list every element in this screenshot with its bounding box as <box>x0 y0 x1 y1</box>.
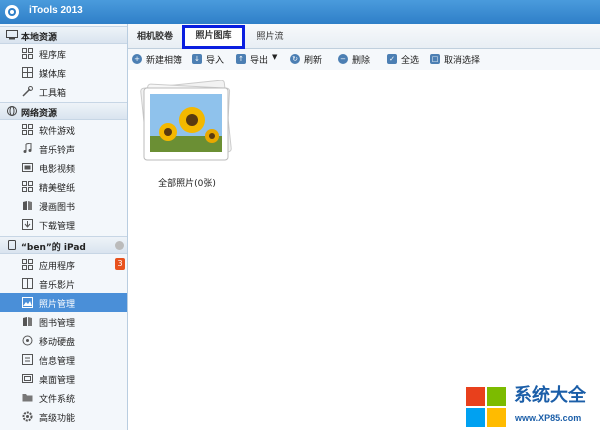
album-caption[interactable]: 全部照片(0张) <box>128 176 246 189</box>
sidebar-item-label: 工具箱 <box>39 89 67 99</box>
app-title: iTools 2013 <box>29 5 83 16</box>
sidebar-item-label: 图书管理 <box>39 319 76 329</box>
deselect-icon: □ <box>430 54 440 64</box>
tablet-icon <box>8 240 16 250</box>
sidebar-item-portable-drive[interactable]: 移动硬盘 <box>0 331 127 350</box>
music-note-icon <box>23 143 32 153</box>
sidebar-item-label: 程序库 <box>39 51 67 61</box>
sidebar-item-book-management[interactable]: 图书管理 <box>0 312 127 331</box>
plus-icon: + <box>132 54 142 64</box>
section-label: 本地资源 <box>21 33 58 43</box>
sidebar-item-music-movies[interactable]: 音乐影片 <box>0 274 127 293</box>
sidebar-item-label: 音乐影片 <box>39 281 76 291</box>
grid-icon <box>22 259 33 270</box>
sidebar-item-applications[interactable]: 应用程序 3 <box>0 255 127 274</box>
import-label: 导入 <box>206 56 225 66</box>
computer-icon <box>6 30 18 40</box>
sidebar-item-label: 精美壁纸 <box>39 184 76 194</box>
tab-camera-roll[interactable]: 相机胶卷 <box>128 26 182 48</box>
sidebar-item-label: 照片管理 <box>39 300 76 310</box>
tab-photo-stream[interactable]: 照片流 <box>247 26 293 48</box>
media-icon <box>22 278 33 289</box>
sidebar-item-label: 桌面管理 <box>39 376 76 386</box>
section-label: “ben”的 iPad <box>21 243 86 253</box>
desktop-icon <box>22 374 33 383</box>
section-local-resources[interactable]: 本地资源 <box>0 26 127 44</box>
update-count-badge: 3 <box>115 258 125 270</box>
sidebar-item-label: 高级功能 <box>39 414 76 424</box>
disk-icon <box>22 335 33 346</box>
sidebar-item-photo-management[interactable]: 照片管理 <box>0 293 127 312</box>
deselect-label: 取消选择 <box>444 56 481 66</box>
wrench-icon <box>22 86 33 97</box>
tab-photo-library[interactable]: 照片图库 <box>182 25 245 49</box>
sidebar-item-software-games[interactable]: 软件游戏 <box>0 120 127 139</box>
grid-icon <box>22 124 33 135</box>
sidebar: 本地资源 程序库 媒体库 工具箱 网络资源 软件游戏 音乐铃声 电影视频 精美壁… <box>0 24 128 430</box>
sidebar-item-label: 电影视频 <box>39 165 76 175</box>
delete-icon: − <box>338 54 348 64</box>
sidebar-item-movies-videos[interactable]: 电影视频 <box>0 158 127 177</box>
section-label: 网络资源 <box>21 109 58 119</box>
sidebar-item-label: 信息管理 <box>39 357 76 367</box>
select-all-label: 全选 <box>401 56 420 66</box>
refresh-label: 刷新 <box>304 56 323 66</box>
sidebar-item-file-system[interactable]: 文件系统 <box>0 388 127 407</box>
sidebar-item-label: 媒体库 <box>39 70 67 80</box>
new-album-label: 新建相簿 <box>146 56 183 66</box>
folder-icon <box>22 394 33 402</box>
book-icon <box>23 201 32 210</box>
sidebar-item-toolbox[interactable]: 工具箱 <box>0 82 127 101</box>
sidebar-item-media-library[interactable]: 媒体库 <box>0 63 127 82</box>
contacts-icon <box>22 354 33 365</box>
sidebar-item-label: 音乐铃声 <box>39 146 76 156</box>
sidebar-item-label: 软件游戏 <box>39 127 76 137</box>
grid-icon <box>22 48 33 59</box>
sidebar-item-comics-books[interactable]: 漫画图书 <box>0 196 127 215</box>
sidebar-item-desktop-management[interactable]: 桌面管理 <box>0 369 127 388</box>
sidebar-item-app-library[interactable]: 程序库 <box>0 44 127 63</box>
import-icon: ↓ <box>192 54 202 64</box>
section-device-ipad[interactable]: “ben”的 iPad <box>0 236 127 254</box>
toolbar: + 新建相簿 ↓ 导入 ↑ 导出 ▼ ↻ 刷新 − 删除 ✓ 全选 □ 取消选择 <box>128 49 600 71</box>
globe-icon <box>7 106 17 116</box>
grid-icon <box>22 181 33 192</box>
sidebar-item-label: 移动硬盘 <box>39 338 76 348</box>
eject-icon[interactable] <box>115 241 124 250</box>
sidebar-item-info-management[interactable]: 信息管理 <box>0 350 127 369</box>
album-thumbnail-image <box>140 80 232 161</box>
sidebar-item-label: 下载管理 <box>39 222 76 232</box>
delete-label: 删除 <box>352 56 371 66</box>
watermark-url: www.XP85.com <box>515 413 582 423</box>
download-icon <box>22 219 33 230</box>
sidebar-item-music-ringtones[interactable]: 音乐铃声 <box>0 139 127 158</box>
refresh-icon: ↻ <box>290 54 300 64</box>
sidebar-item-download-manager[interactable]: 下载管理 <box>0 215 127 234</box>
dropdown-arrow-icon[interactable]: ▼ <box>272 53 277 61</box>
film-icon <box>22 163 33 172</box>
sidebar-item-label: 漫画图书 <box>39 203 76 213</box>
sidebar-item-advanced[interactable]: 高级功能 <box>0 407 127 426</box>
sidebar-item-label: 应用程序 <box>39 262 76 272</box>
gear-icon <box>22 411 33 422</box>
media-icon <box>22 67 33 78</box>
title-bar: iTools 2013 <box>0 0 600 24</box>
watermark-text: 系统大全 <box>514 385 586 405</box>
photo-icon <box>22 297 33 308</box>
section-network-resources[interactable]: 网络资源 <box>0 102 127 120</box>
itools-logo-icon <box>5 5 19 19</box>
sidebar-item-label: 文件系统 <box>39 395 76 405</box>
book-icon <box>23 317 32 326</box>
export-label: 导出 <box>250 56 269 66</box>
all-photos-album[interactable] <box>138 80 234 164</box>
sidebar-item-wallpapers[interactable]: 精美壁纸 <box>0 177 127 196</box>
checkbox-icon: ✓ <box>387 54 397 64</box>
export-icon: ↑ <box>236 54 246 64</box>
